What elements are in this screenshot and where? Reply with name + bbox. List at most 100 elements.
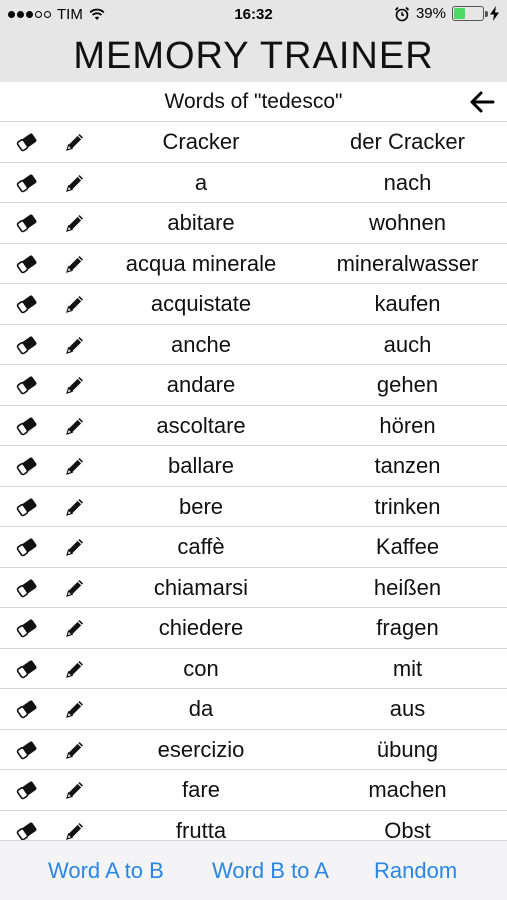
word-a: bere: [178, 493, 224, 519]
word-a: da: [188, 696, 214, 721]
eraser-icon[interactable]: [15, 254, 39, 274]
app-title: MEMORY TRAINER: [0, 30, 507, 82]
pencil-icon[interactable]: [64, 698, 86, 720]
word-a: ascoltare: [156, 412, 246, 438]
word-a: fare: [182, 777, 220, 802]
word-row[interactable]: frutta Obst: [0, 811, 507, 841]
word-b-to-a-button[interactable]: Word B to A: [212, 841, 329, 900]
word-row[interactable]: ballare tanzen: [0, 446, 507, 487]
pencil-icon[interactable]: [64, 172, 86, 194]
eraser-icon[interactable]: [15, 132, 39, 152]
pencil-icon[interactable]: [64, 577, 86, 599]
word-b: aus: [389, 696, 426, 721]
word-row[interactable]: bere trinken: [0, 487, 507, 527]
word-b: heißen: [373, 574, 442, 600]
eraser-icon[interactable]: [15, 497, 39, 517]
pencil-icon[interactable]: [64, 212, 86, 234]
list-title: Words of "tedesco": [164, 90, 343, 113]
word-a: abitare: [167, 210, 235, 235]
word-b: wohnen: [368, 210, 447, 235]
pencil-icon[interactable]: [64, 739, 86, 761]
pencil-icon[interactable]: [64, 617, 86, 639]
arrow-left-icon[interactable]: [469, 90, 495, 114]
word-b: hören: [379, 412, 436, 438]
word-list: Cracker der Cracker a nach abitare wohnen acqu…: [0, 122, 507, 840]
word-a: acqua minerale: [125, 250, 277, 276]
word-row[interactable]: a nach: [0, 163, 507, 203]
word-b: Obst: [384, 817, 431, 841]
eraser-icon[interactable]: [15, 213, 39, 233]
eraser-icon[interactable]: [15, 740, 39, 760]
word-a: andare: [166, 372, 236, 397]
word-row[interactable]: andare gehen: [0, 365, 507, 406]
word-row[interactable]: caffè Kaffee: [0, 527, 507, 568]
word-a: chiedere: [158, 615, 244, 640]
battery-icon: [452, 6, 488, 21]
word-b: mineralwasser: [336, 250, 479, 276]
word-row[interactable]: da aus: [0, 689, 507, 730]
word-row[interactable]: Cracker der Cracker: [0, 122, 507, 163]
charging-bolt-icon: [490, 6, 499, 21]
status-bar: TIM 16:32 39%: [0, 0, 507, 30]
word-row[interactable]: ascoltare hören: [0, 406, 507, 446]
word-row[interactable]: fare machen: [0, 770, 507, 811]
word-a: con: [183, 655, 219, 681]
word-a: a: [194, 169, 208, 195]
alarm-clock-icon: [394, 6, 410, 21]
word-row[interactable]: chiedere fragen: [0, 608, 507, 649]
pencil-icon[interactable]: [64, 334, 86, 356]
pencil-icon[interactable]: [64, 658, 86, 680]
random-button[interactable]: Random: [374, 841, 457, 900]
tab-bar: Word A to B Word B to A Random: [0, 840, 507, 900]
word-a: frutta: [175, 817, 227, 841]
eraser-icon[interactable]: [15, 173, 39, 193]
word-a: Cracker: [162, 129, 240, 154]
word-row[interactable]: abitare wohnen: [0, 203, 507, 244]
word-row[interactable]: acqua minerale mineralwasser: [0, 244, 507, 284]
word-a-to-b-button[interactable]: Word A to B: [48, 841, 164, 900]
eraser-icon[interactable]: [15, 335, 39, 355]
pencil-icon[interactable]: [64, 293, 86, 315]
word-b: tanzen: [374, 453, 441, 478]
eraser-icon[interactable]: [15, 780, 39, 800]
word-b: nach: [383, 169, 432, 195]
eraser-icon[interactable]: [15, 659, 39, 679]
word-b: übung: [376, 736, 439, 762]
pencil-icon[interactable]: [64, 253, 86, 275]
eraser-icon[interactable]: [15, 375, 39, 395]
eraser-icon[interactable]: [15, 699, 39, 719]
pencil-icon[interactable]: [64, 820, 86, 841]
eraser-icon[interactable]: [15, 456, 39, 476]
word-b: trinken: [374, 493, 441, 519]
pencil-icon[interactable]: [64, 374, 86, 396]
pencil-icon[interactable]: [64, 131, 86, 153]
pencil-icon[interactable]: [64, 496, 86, 518]
eraser-icon[interactable]: [15, 618, 39, 638]
word-row[interactable]: esercizio übung: [0, 730, 507, 770]
eraser-icon[interactable]: [15, 294, 39, 314]
word-a: ballare: [167, 453, 235, 478]
word-row[interactable]: anche auch: [0, 325, 507, 365]
word-b: machen: [368, 777, 447, 802]
word-row[interactable]: con mit: [0, 649, 507, 689]
battery-percent: 39%: [415, 5, 446, 22]
word-a: acquistate: [150, 291, 252, 316]
word-a: caffè: [177, 534, 225, 559]
pencil-icon[interactable]: [64, 415, 86, 437]
eraser-icon[interactable]: [15, 821, 39, 841]
pencil-icon[interactable]: [64, 455, 86, 477]
word-b: gehen: [376, 372, 439, 397]
word-row[interactable]: acquistate kaufen: [0, 284, 507, 325]
battery-level: [454, 8, 465, 19]
list-header: Words of "tedesco": [0, 82, 507, 122]
word-a: esercizio: [157, 736, 245, 762]
word-row[interactable]: chiamarsi heißen: [0, 568, 507, 608]
word-b: fragen: [376, 615, 439, 640]
eraser-icon[interactable]: [15, 578, 39, 598]
word-b: mit: [392, 655, 423, 681]
eraser-icon[interactable]: [15, 416, 39, 436]
eraser-icon[interactable]: [15, 537, 39, 557]
pencil-icon[interactable]: [64, 536, 86, 558]
word-b: der Cracker: [350, 129, 465, 154]
pencil-icon[interactable]: [64, 779, 86, 801]
